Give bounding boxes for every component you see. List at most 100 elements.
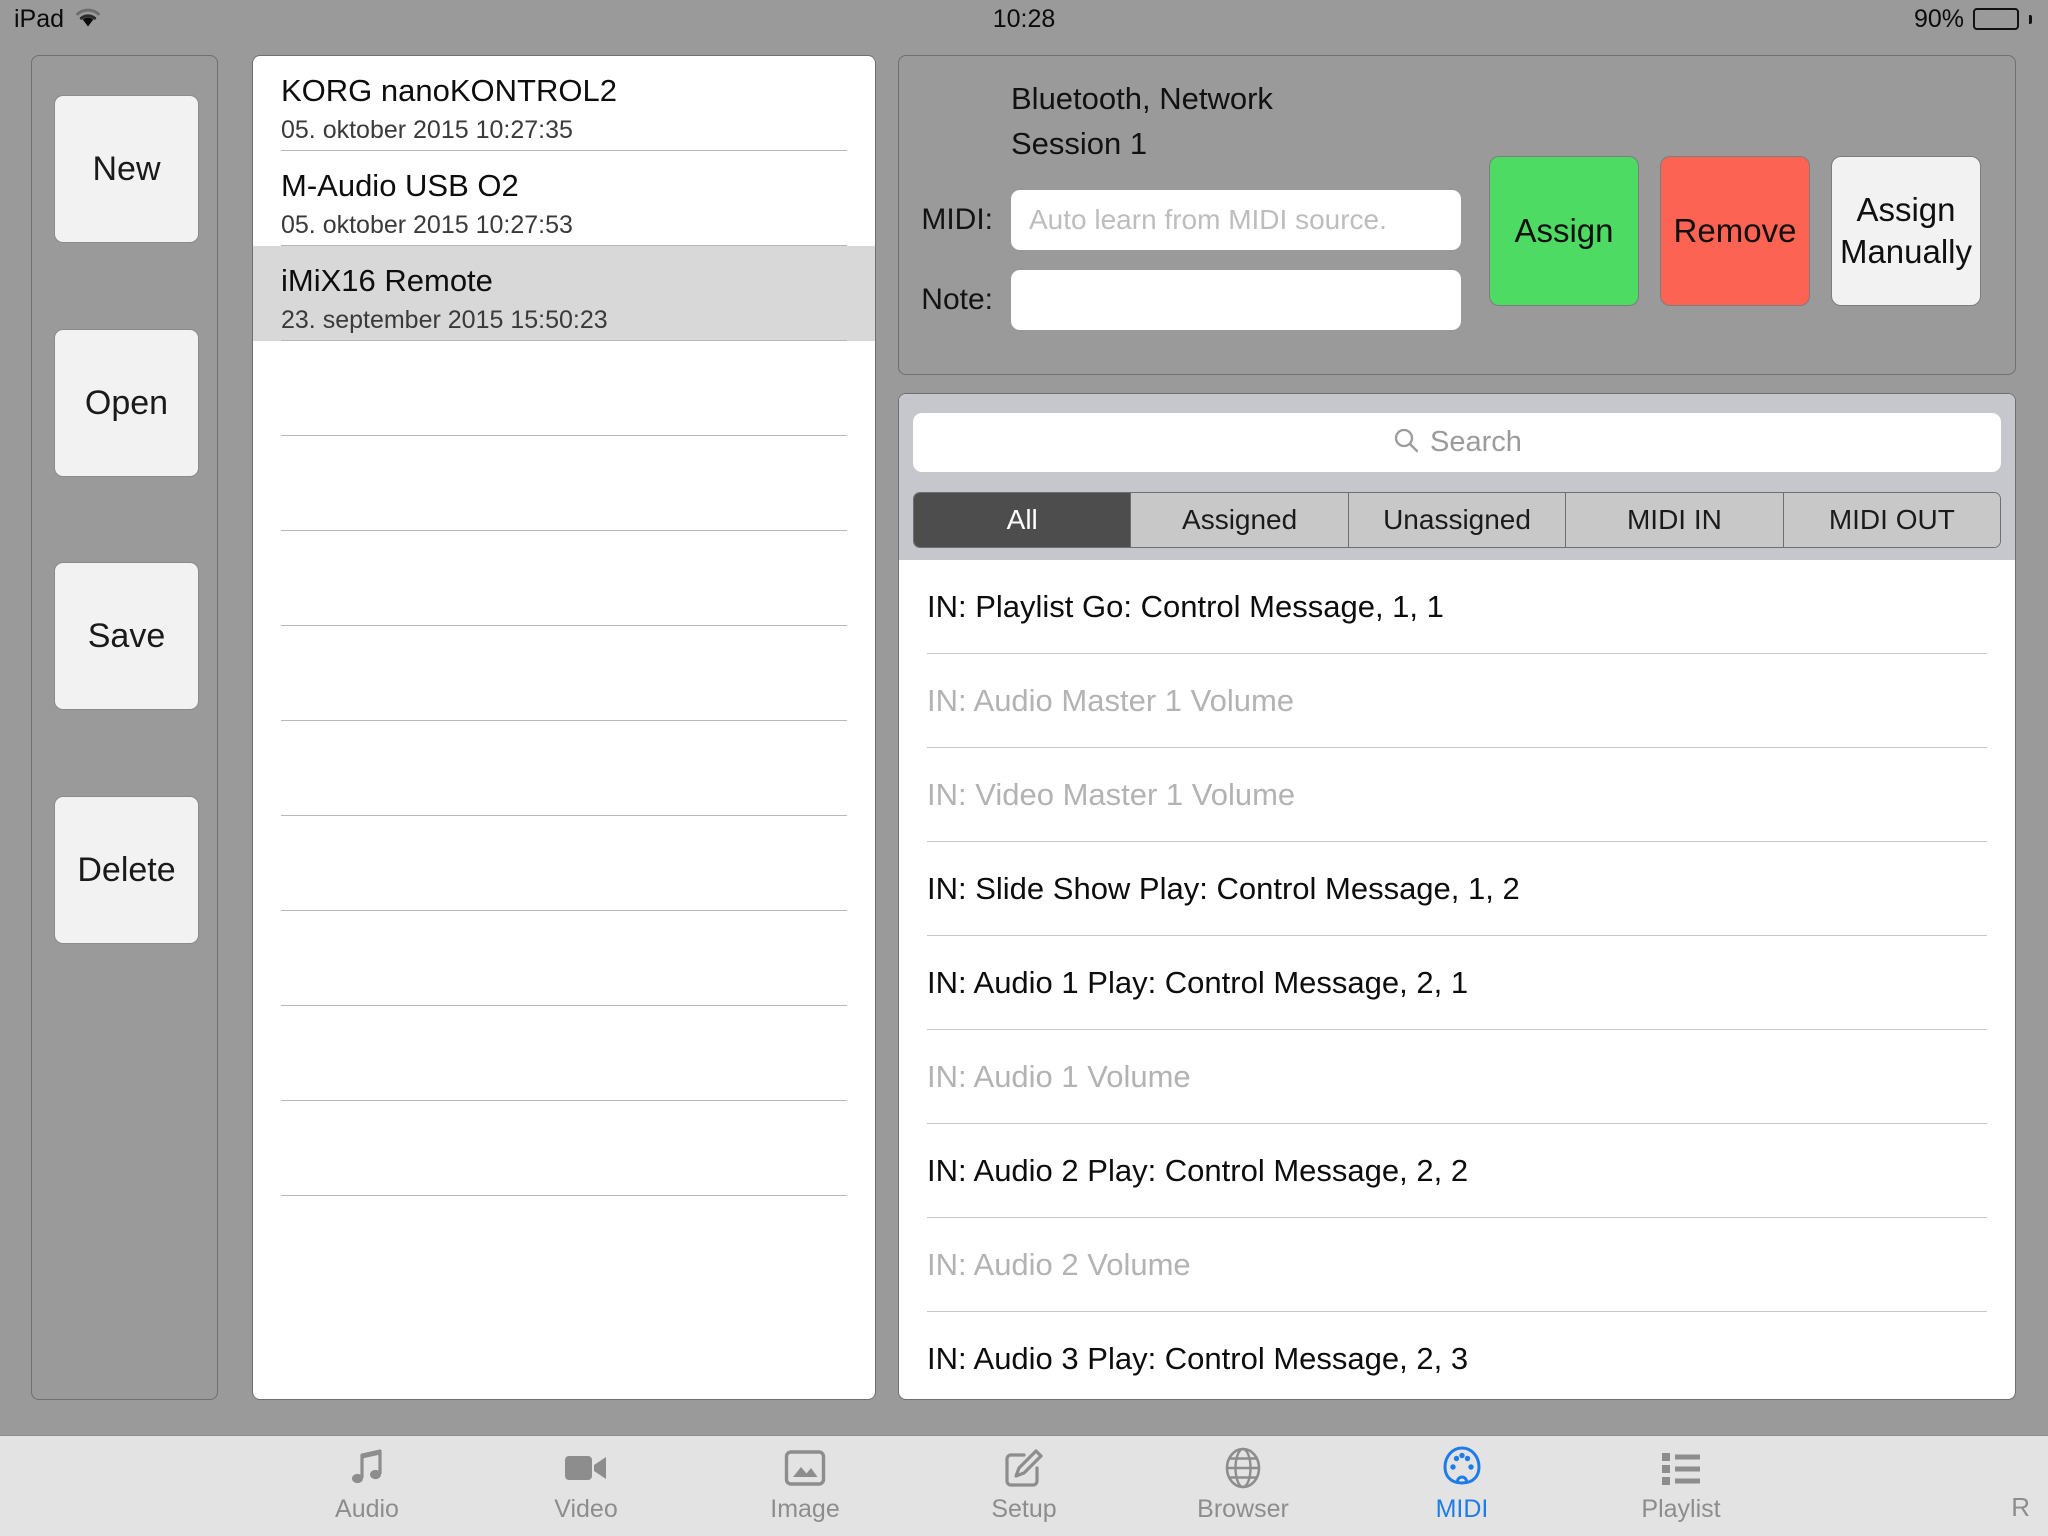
device-list-empty-row — [253, 721, 875, 816]
device-list-empty-row — [253, 436, 875, 531]
device-name: KORG nanoKONTROL2 — [281, 73, 617, 108]
list-separator — [281, 1195, 847, 1196]
mapping-row-label: IN: Audio 2 Play: Control Message, 2, 2 — [927, 1153, 1469, 1188]
mapping-row-label: IN: Slide Show Play: Control Message, 1,… — [927, 871, 1520, 906]
open-button[interactable]: Open — [54, 329, 199, 477]
mapping-row[interactable]: IN: Audio 3 Play: Control Message, 2, 3 — [911, 1312, 2003, 1399]
photo-icon — [784, 1446, 826, 1490]
new-button[interactable]: New — [54, 95, 199, 243]
midi-field-row: MIDI: — [899, 190, 1461, 250]
device-list-empty-row — [253, 1101, 875, 1196]
status-bar: iPad 10:28 90% — [0, 0, 2048, 38]
filter-tab-midi-out[interactable]: MIDI OUT — [1783, 493, 2000, 547]
midi-source-line-1: Bluetooth, Network — [1011, 81, 1273, 116]
mapping-row[interactable]: IN: Audio 1 Volume — [911, 1030, 2003, 1124]
mapping-row-list[interactable]: IN: Playlist Go: Control Message, 1, 1 IN… — [899, 560, 2015, 1399]
save-button[interactable]: Save — [54, 562, 199, 710]
assign-manually-button-label: Assign Manually — [1839, 191, 1973, 270]
mapping-filter-segmented-control[interactable]: All Assigned Unassigned MIDI IN MIDI OUT — [913, 492, 2001, 548]
device-list-item[interactable]: KORG nanoKONTROL2 05. oktober 2015 10:27:… — [253, 56, 875, 151]
globe-icon — [1223, 1446, 1263, 1490]
device-list-empty-row — [253, 626, 875, 721]
mapping-row[interactable]: IN: Audio 1 Play: Control Message, 2, 1 — [911, 936, 2003, 1030]
delete-button[interactable]: Delete — [54, 796, 199, 944]
device-preset-list[interactable]: KORG nanoKONTROL2 05. oktober 2015 10:27:… — [252, 55, 876, 1400]
tab-label: Audio — [335, 1495, 399, 1523]
device-name: iMiX16 Remote — [281, 263, 493, 298]
tab-label: Browser — [1197, 1495, 1289, 1523]
midi-source-line-2: Session 1 — [1011, 126, 1148, 161]
video-camera-icon — [563, 1446, 609, 1490]
mapping-row-label: IN: Audio 3 Play: Control Message, 2, 3 — [927, 1341, 1469, 1376]
midi-source-title: Bluetooth, Network Session 1 — [1011, 76, 1273, 166]
workspace: New Open Save Delete KORG nanoKONTROL2 05. o… — [0, 38, 2048, 1435]
list-icon — [1660, 1446, 1702, 1490]
tab-label: Setup — [991, 1495, 1057, 1523]
midi-input[interactable] — [1011, 190, 1461, 250]
open-button-label: Open — [84, 383, 169, 422]
battery-percent-label: 90% — [1913, 4, 1964, 33]
record-tab-truncated-label[interactable]: R — [2011, 1492, 2030, 1523]
tab-audio[interactable]: Audio — [258, 1436, 477, 1536]
device-date: 05. oktober 2015 10:27:35 — [281, 116, 573, 144]
tab-label: Image — [770, 1495, 840, 1523]
filter-tab-label: MIDI IN — [1626, 504, 1722, 535]
search-input[interactable] — [913, 413, 2001, 472]
tab-image[interactable]: Image — [696, 1436, 915, 1536]
device-list-empty-row — [253, 531, 875, 626]
filter-tab-assigned[interactable]: Assigned — [1131, 493, 1349, 547]
filter-tab-label: MIDI OUT — [1828, 504, 1955, 535]
device-list-item[interactable]: M-Audio USB O2 05. oktober 2015 10:27:53 — [253, 151, 875, 246]
filter-tab-label: Unassigned — [1383, 504, 1531, 535]
bottom-tab-bar[interactable]: Audio Video Image Setup Browser MIDI Playlist R — [0, 1435, 2048, 1536]
remove-button[interactable]: Remove — [1660, 156, 1810, 306]
midi-assign-panel: Bluetooth, Network Session 1 MIDI: Note:… — [898, 55, 2016, 375]
mapping-row[interactable]: IN: Video Master 1 Volume — [911, 748, 2003, 842]
device-list-empty-row — [253, 341, 875, 436]
mapping-row-label: IN: Audio 1 Volume — [927, 1059, 1191, 1094]
filter-tab-all[interactable]: All — [914, 493, 1132, 547]
battery-icon — [1973, 8, 2019, 30]
tab-label: MIDI — [1435, 1495, 1489, 1523]
tab-midi[interactable]: MIDI — [1353, 1436, 1572, 1536]
mapping-row[interactable]: IN: Audio Master 1 Volume — [911, 654, 2003, 748]
note-field-row: Note: — [899, 270, 1461, 330]
filter-tab-midi-in[interactable]: MIDI IN — [1566, 493, 1784, 547]
tab-setup[interactable]: Setup — [915, 1436, 1134, 1536]
mapping-filter-header: Search All Assigned Unassigned MIDI IN MIDI … — [899, 394, 2015, 560]
tab-video[interactable]: Video — [477, 1436, 696, 1536]
device-list-empty-row — [253, 1006, 875, 1101]
mapping-row[interactable]: IN: Slide Show Play: Control Message, 1,… — [911, 842, 2003, 936]
note-input[interactable] — [1011, 270, 1461, 330]
midi-field-label: MIDI: — [921, 203, 993, 236]
save-button-label: Save — [87, 616, 166, 655]
remove-button-label: Remove — [1673, 212, 1797, 249]
assign-button[interactable]: Assign — [1489, 156, 1639, 306]
filter-tab-label: Assigned — [1182, 504, 1298, 535]
midi-din-icon — [1442, 1446, 1482, 1490]
status-bar-clock: 10:28 — [992, 4, 1056, 33]
device-date: 05. oktober 2015 10:27:53 — [281, 211, 573, 239]
device-name: M-Audio USB O2 — [281, 168, 519, 203]
mapping-row-label: IN: Audio 2 Volume — [927, 1247, 1191, 1282]
mapping-row[interactable]: IN: Audio 2 Play: Control Message, 2, 2 — [911, 1124, 2003, 1218]
filter-tab-label: All — [1006, 504, 1038, 535]
tab-browser[interactable]: Browser — [1134, 1436, 1353, 1536]
device-list-empty-row — [253, 816, 875, 911]
tab-label: Playlist — [1641, 1495, 1721, 1523]
tab-playlist[interactable]: Playlist — [1572, 1436, 1791, 1536]
midi-mapping-panel: Search All Assigned Unassigned MIDI IN MIDI … — [898, 393, 2016, 1400]
delete-button-label: Delete — [77, 850, 176, 889]
filter-tab-unassigned[interactable]: Unassigned — [1348, 493, 1567, 547]
mapping-row[interactable]: IN: Audio 2 Volume — [911, 1218, 2003, 1312]
mapping-row-label: IN: Audio Master 1 Volume — [927, 683, 1295, 718]
battery-nub-icon — [2029, 14, 2032, 24]
search-field-wrapper: Search — [913, 413, 2001, 472]
device-date: 23. september 2015 15:50:23 — [281, 306, 608, 334]
device-list-item[interactable]: iMiX16 Remote 23. september 2015 15:50:23 — [253, 246, 875, 341]
mapping-row-label: IN: Playlist Go: Control Message, 1, 1 — [927, 589, 1444, 624]
mapping-row[interactable]: IN: Playlist Go: Control Message, 1, 1 — [911, 560, 2003, 654]
new-button-label: New — [92, 149, 161, 188]
assign-manually-button[interactable]: Assign Manually — [1831, 156, 1981, 306]
pencil-square-icon — [1003, 1446, 1045, 1490]
